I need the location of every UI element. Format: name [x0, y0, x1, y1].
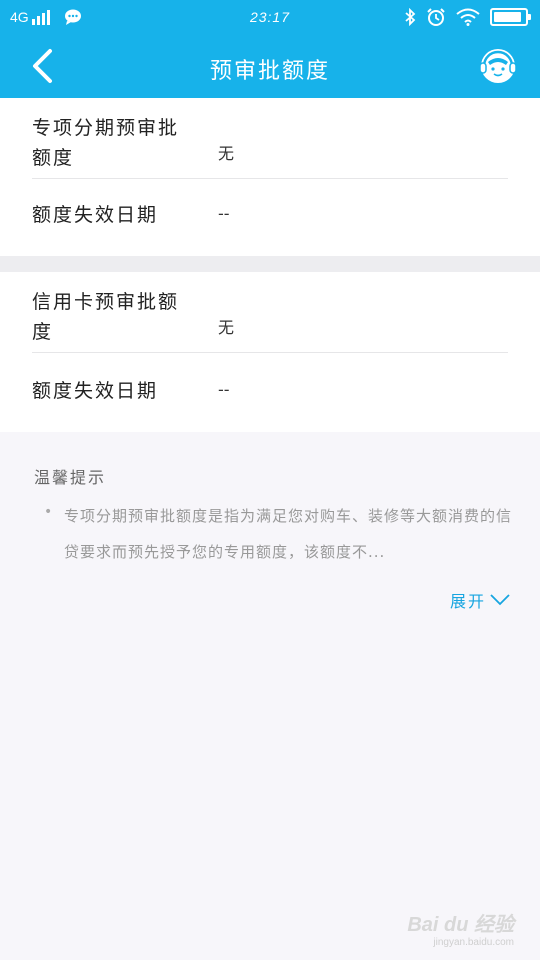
expand-button[interactable]: 展开: [450, 588, 510, 612]
special-installment-label: 专项分期预审批额度: [32, 117, 180, 169]
nav-bar: 预审批额度: [0, 34, 540, 98]
battery-icon: [490, 8, 531, 26]
special-installment-card: 专项分期预审批额度 无 额度失效日期 --: [0, 98, 540, 256]
credit-card-expiry-row: 额度失效日期 --: [32, 376, 508, 416]
special-installment-expiry-value: --: [218, 204, 230, 223]
battery-fill: [494, 12, 521, 22]
status-right: [394, 7, 531, 27]
credit-card-card: 信用卡预审批额度 无 额度失效日期 --: [0, 272, 540, 432]
customer-service-icon: [479, 49, 517, 83]
credit-card-expiry-value: --: [218, 380, 230, 399]
special-installment-expiry-label: 额度失效日期: [32, 204, 159, 226]
wifi-icon: [456, 8, 480, 26]
tips-text: 专项分期预审批额度是指为满足您对购车、装修等大额消费的信贷要求而预先授予您的专用…: [64, 507, 513, 561]
special-installment-value: 无: [218, 144, 235, 163]
watermark: Bai du 经验 jingyan.baidu.com: [404, 908, 514, 948]
watermark-logo: Bai du 经验: [407, 914, 514, 936]
tips-title: 温馨提示: [34, 468, 107, 487]
special-installment-expiry-row: 额度失效日期 --: [32, 200, 508, 240]
credit-card-row: 信用卡预审批额度 无: [32, 284, 508, 350]
alarm-icon: [427, 8, 445, 26]
tips-bullet: •: [44, 504, 53, 520]
credit-card-label: 信用卡预审批额度: [32, 291, 180, 343]
credit-card-expiry-label: 额度失效日期: [32, 380, 159, 402]
divider: [32, 178, 508, 179]
bluetooth-icon: [405, 8, 416, 26]
watermark-url: jingyan.baidu.com: [433, 937, 514, 948]
divider: [32, 352, 508, 353]
special-installment-row: 专项分期预审批额度 无: [32, 110, 508, 176]
page-title: 预审批额度: [209, 59, 330, 84]
customer-service-button[interactable]: [476, 44, 520, 88]
section-gap: [0, 256, 540, 272]
tips-section: 温馨提示 • 专项分期预审批额度是指为满足您对购车、装修等大额消费的信贷要求而预…: [0, 432, 540, 960]
credit-card-value: 无: [218, 318, 235, 337]
expand-label: 展开: [449, 592, 486, 611]
chevron-down-icon: [490, 594, 510, 606]
status-bar: 4G 23:17: [0, 0, 540, 34]
